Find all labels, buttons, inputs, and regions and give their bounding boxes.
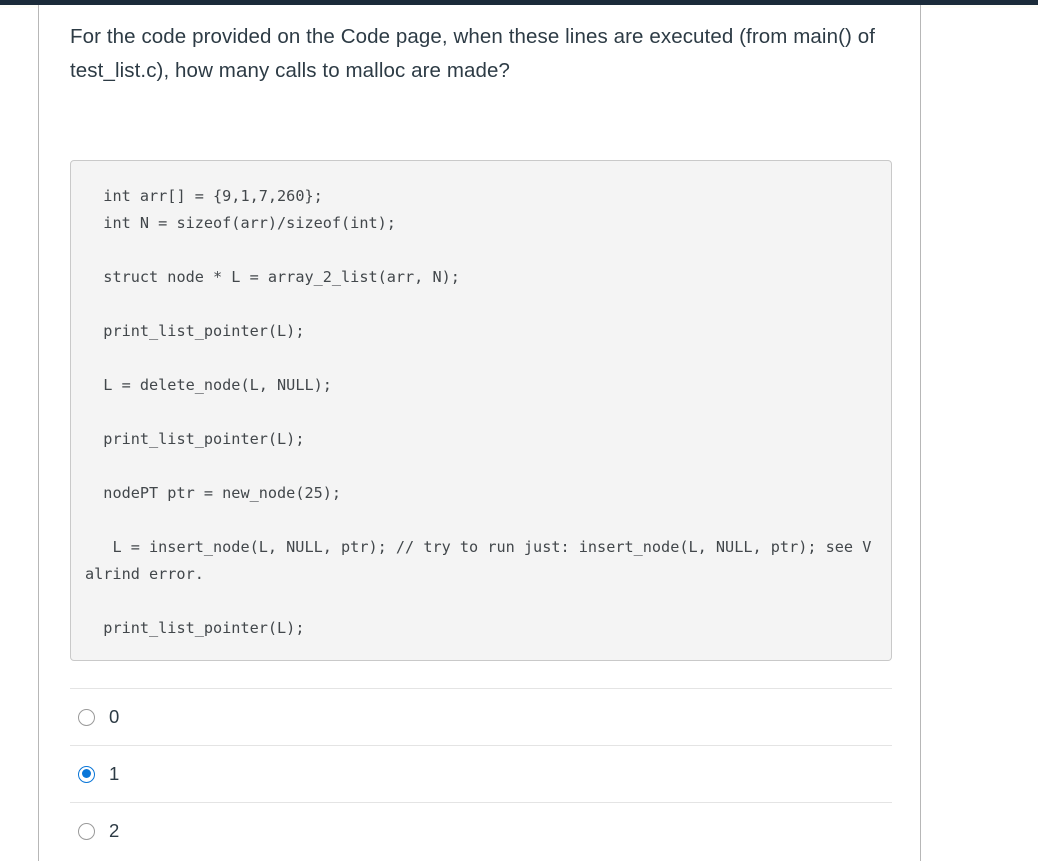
answer-option-label-0: 0 <box>109 705 120 727</box>
answer-option-2[interactable]: 2 <box>70 802 892 859</box>
answer-option-label-1: 1 <box>109 762 120 784</box>
answer-options-list: 0 1 2 <box>70 688 892 859</box>
answer-option-1[interactable]: 1 <box>70 745 892 802</box>
radio-button-icon-0[interactable] <box>78 708 95 726</box>
page-title: For the code provided on the Code page, … <box>70 25 876 82</box>
answer-option-0[interactable]: 0 <box>70 688 892 745</box>
code-snippet-block: int arr[] = {9,1,7,260}; int N = sizeof(… <box>70 160 892 661</box>
radio-button-icon-2[interactable] <box>78 822 95 840</box>
question-content-area: For the code provided on the Code page, … <box>39 0 920 856</box>
radio-button-icon-1[interactable] <box>78 765 95 783</box>
code-snippet-text: int arr[] = {9,1,7,260}; int N = sizeof(… <box>85 187 872 637</box>
answer-option-label-2: 2 <box>109 819 120 841</box>
